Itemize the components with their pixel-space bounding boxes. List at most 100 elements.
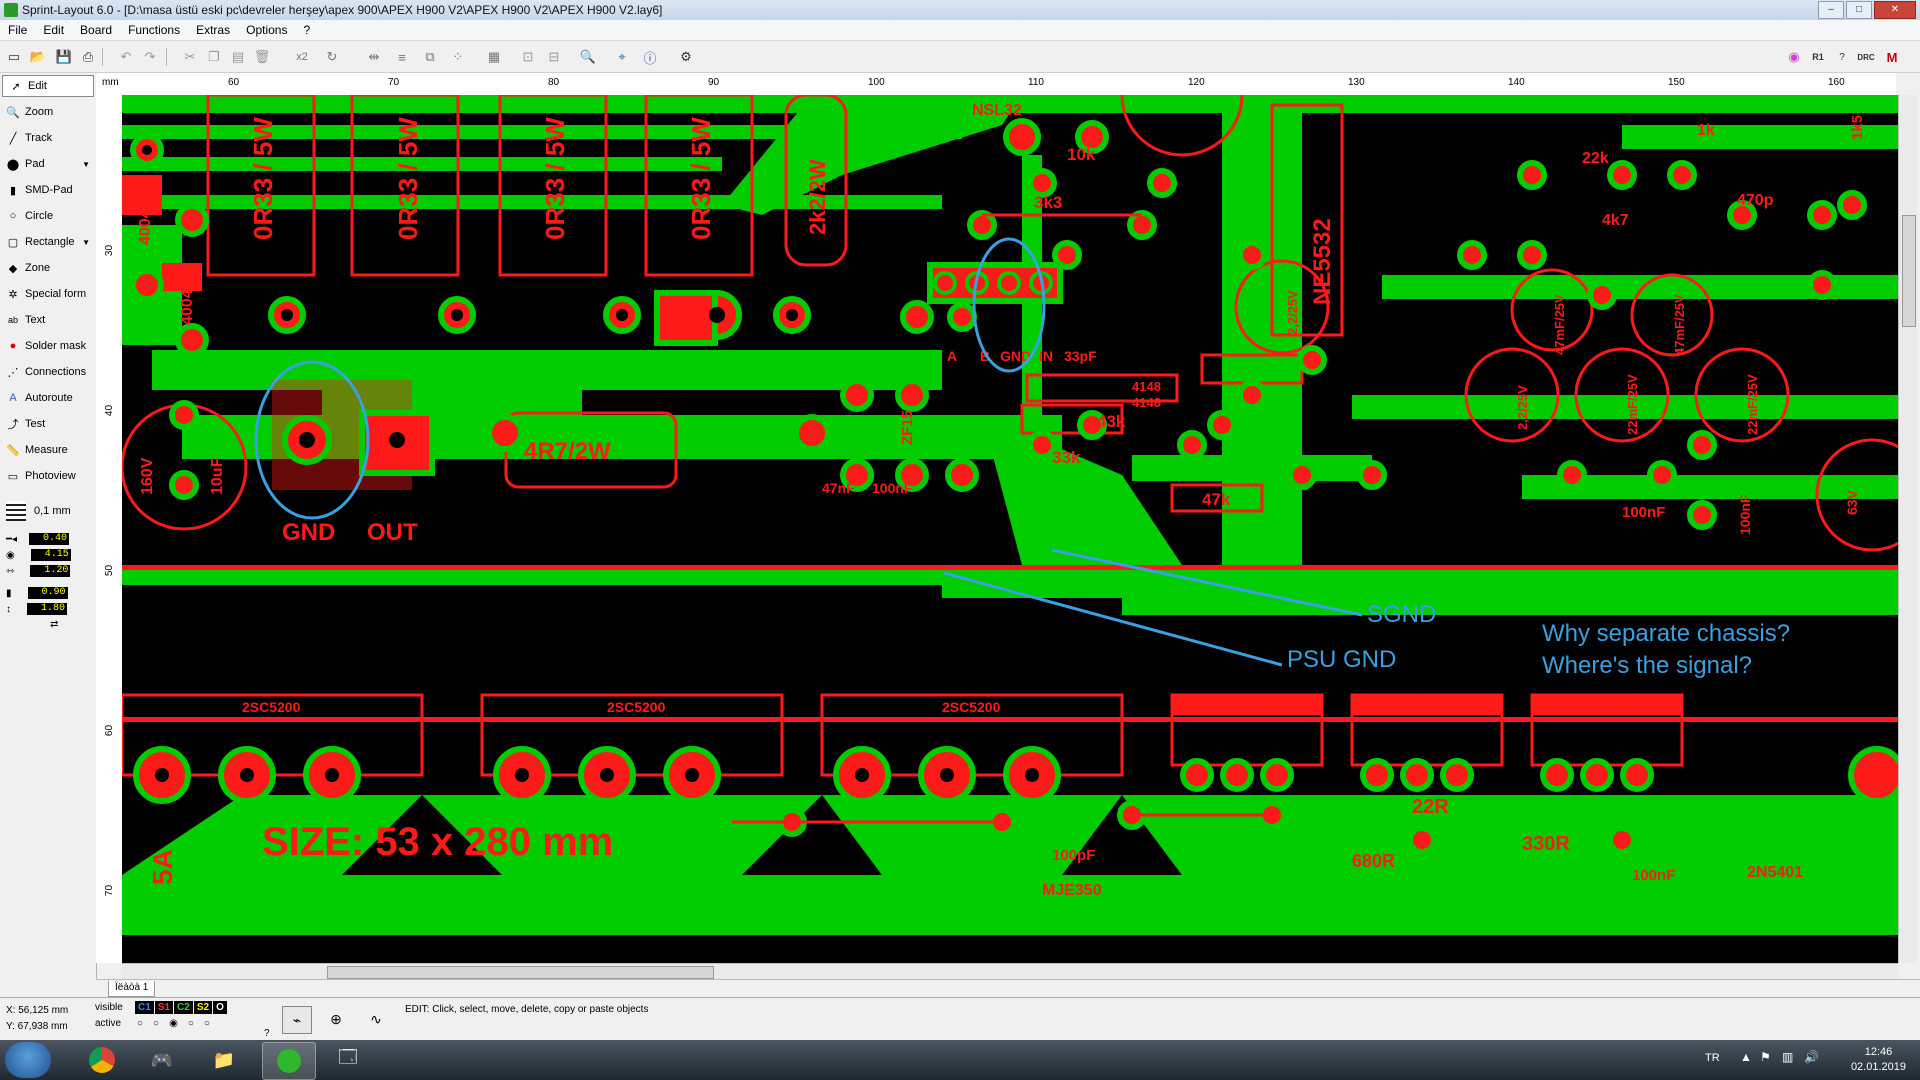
save-icon[interactable]: 💾 xyxy=(54,48,74,66)
pcb-layout[interactable]: 0R33 / 5W 0R33 / 5W 0R33 / 5W 0R33 / 5W … xyxy=(122,95,1898,963)
connection-check-icon[interactable]: ⌖ xyxy=(612,48,632,66)
tool-circle[interactable]: ○ Circle xyxy=(0,203,96,229)
grid-selector[interactable]: 0,1 mm xyxy=(0,495,96,527)
tool-pad[interactable]: ⬤ Pad ▼ xyxy=(0,151,96,177)
vertical-scrollbar[interactable] xyxy=(1898,95,1917,963)
explorer-taskbar-icon[interactable]: 📁 xyxy=(198,1042,250,1078)
magnifier-icon: 🔍 xyxy=(6,106,20,119)
menu-file[interactable]: File xyxy=(0,23,35,37)
ungroup-icon[interactable]: ⁘ xyxy=(448,48,468,66)
window-taskbar-icon[interactable]: 🗔 xyxy=(322,1042,374,1078)
start-button[interactable] xyxy=(5,1042,51,1078)
vertical-scroll-thumb[interactable] xyxy=(1902,215,1916,327)
transistor-label: MJE340 xyxy=(1362,689,1444,714)
zoom-icon[interactable]: 🔍 xyxy=(578,48,598,66)
flag-icon[interactable]: ⚑ xyxy=(1760,1050,1771,1064)
settings-icon[interactable]: ⚙ xyxy=(676,48,696,66)
tool-photoview[interactable]: ▭ Photoview xyxy=(0,463,96,489)
tool-special-form[interactable]: ✲ Special form xyxy=(0,281,96,307)
smd-height-field[interactable]: 1.80 xyxy=(27,603,67,615)
new-file-icon[interactable]: ▭ xyxy=(4,48,24,66)
volume-icon[interactable]: 🔊 xyxy=(1804,1050,1819,1064)
tool-zone[interactable]: ◆ Zone xyxy=(0,255,96,281)
cut-icon[interactable]: ✂ xyxy=(180,48,200,66)
paste-icon[interactable]: ▤ xyxy=(228,48,248,66)
tool-autoroute[interactable]: A Autoroute xyxy=(0,385,96,411)
dropdown-arrow-icon[interactable]: ▼ xyxy=(82,160,90,169)
line-style-icon[interactable]: ∿ xyxy=(362,1006,390,1032)
layer-s2[interactable]: S2 xyxy=(193,1001,213,1014)
radio-c3[interactable]: ◉ xyxy=(169,1018,178,1029)
pad-outer-field[interactable]: 4.15 xyxy=(30,549,71,561)
rotate-icon[interactable]: ↻ xyxy=(322,48,342,66)
layer-c1[interactable]: C1 xyxy=(135,1001,154,1014)
open-folder-icon[interactable]: 📂 xyxy=(28,48,48,66)
tool-zoom[interactable]: 🔍 Zoom xyxy=(0,99,96,125)
dropdown-arrow-icon[interactable]: ▼ xyxy=(82,238,90,247)
tool-test[interactable]: ⤴ Test xyxy=(0,411,96,437)
pcb-canvas[interactable]: 0R33 / 5W 0R33 / 5W 0R33 / 5W 0R33 / 5W … xyxy=(122,95,1898,963)
mirror-icon[interactable]: ⇹ xyxy=(364,48,384,66)
snap-target-icon[interactable]: ⊕ xyxy=(322,1006,350,1032)
ruler-tick-label: 80 xyxy=(548,77,560,88)
tool-measure[interactable]: 📏 Measure xyxy=(0,437,96,463)
rubberband-icon[interactable]: ⌁ xyxy=(282,1006,312,1034)
tray-arrow-icon[interactable]: ▲ xyxy=(1740,1050,1752,1064)
tool-rectangle[interactable]: ▢ Rectangle ▼ xyxy=(0,229,96,255)
chrome-taskbar-icon[interactable] xyxy=(76,1042,128,1078)
align-icon[interactable]: ≡ xyxy=(392,48,412,66)
network-icon[interactable]: ▥ xyxy=(1782,1050,1793,1064)
redo-icon[interactable]: ↷ xyxy=(140,48,160,66)
tool-connections[interactable]: ⋰ Connections xyxy=(0,359,96,385)
game-controller-taskbar-icon[interactable]: 🎮 xyxy=(136,1042,188,1078)
smd-width-field[interactable]: 0.90 xyxy=(27,587,68,599)
tool-edit[interactable]: ➚ Edit xyxy=(2,75,94,97)
multiply-button[interactable]: x2 xyxy=(292,48,312,66)
grid-icon xyxy=(6,501,26,521)
r1-icon[interactable]: R1 xyxy=(1808,48,1828,66)
close-button[interactable]: ✕ xyxy=(1874,1,1916,19)
group-icon[interactable]: ⧉ xyxy=(420,48,440,66)
tool-solder-mask[interactable]: ● Solder mask xyxy=(0,333,96,359)
tool-track[interactable]: ╱ Track xyxy=(0,125,96,151)
menu-extras[interactable]: Extras xyxy=(188,23,238,37)
help-icon[interactable]: ? xyxy=(1832,48,1852,66)
maximize-button[interactable]: □ xyxy=(1846,1,1872,19)
clock[interactable]: 12:46 02.01.2019 xyxy=(1851,1045,1906,1075)
horizontal-scroll-thumb[interactable] xyxy=(327,966,714,979)
menu-board[interactable]: Board xyxy=(72,23,120,37)
copy-icon[interactable]: ❐ xyxy=(204,48,224,66)
swap-icon[interactable]: ⇄ xyxy=(50,619,58,630)
menu-options[interactable]: Options xyxy=(238,23,295,37)
sprint-layout-taskbar-icon[interactable] xyxy=(262,1042,316,1080)
layer-o[interactable]: O xyxy=(213,1001,227,1014)
radio-c5[interactable]: ○ xyxy=(204,1018,210,1029)
tool-smd-pad[interactable]: ▮ SMD-Pad xyxy=(0,177,96,203)
radio-c2[interactable]: ○ xyxy=(153,1018,159,1029)
print-icon[interactable]: ⎙ xyxy=(78,48,98,66)
delete-icon[interactable]: 🗑 xyxy=(252,48,272,66)
language-indicator[interactable]: TR xyxy=(1705,1052,1720,1064)
board-tab[interactable]: Ïëàòà 1 xyxy=(108,981,156,997)
layer-c2[interactable]: C2 xyxy=(174,1001,193,1014)
tool-text[interactable]: ab Text xyxy=(0,307,96,333)
lock-icon[interactable]: ⊡ xyxy=(518,48,538,66)
horizontal-scrollbar[interactable] xyxy=(122,963,1898,980)
info-icon[interactable]: ⓘ xyxy=(640,48,660,66)
layer-s1[interactable]: S1 xyxy=(154,1001,174,1014)
unlock-icon[interactable]: ⊟ xyxy=(544,48,564,66)
drc-icon[interactable]: DRC xyxy=(1856,48,1876,66)
menu-functions[interactable]: Functions xyxy=(120,23,188,37)
layer-help-icon[interactable]: ? xyxy=(264,1028,270,1039)
undo-icon[interactable]: ↶ xyxy=(116,48,136,66)
menu-help[interactable]: ? xyxy=(295,23,318,37)
radio-c1[interactable]: ○ xyxy=(137,1018,143,1029)
macro-icon[interactable]: M xyxy=(1882,48,1902,66)
menu-edit[interactable]: Edit xyxy=(35,23,72,37)
circle-color-icon[interactable]: ◉ xyxy=(1784,48,1804,66)
track-width-field[interactable]: 0.40 xyxy=(29,533,70,545)
component-icon[interactable]: ▦ xyxy=(484,48,504,66)
minimize-button[interactable]: – xyxy=(1818,1,1844,19)
pad-inner-field[interactable]: 1.20 xyxy=(30,565,71,577)
radio-c4[interactable]: ○ xyxy=(188,1018,194,1029)
